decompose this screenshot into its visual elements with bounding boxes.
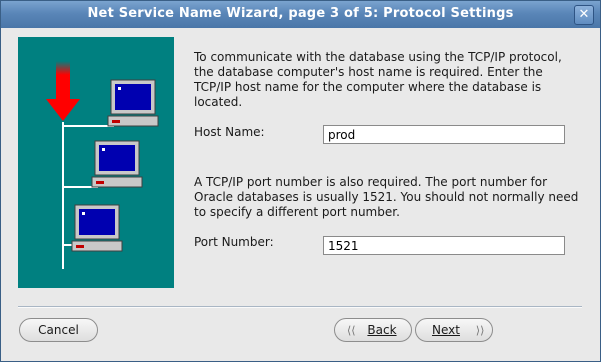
port-number-input[interactable] xyxy=(323,236,565,255)
port-info-text: A TCP/IP port number is also required. T… xyxy=(194,175,579,219)
back-button-label: Back xyxy=(367,323,397,337)
wizard-content: To communicate with the database using t… xyxy=(1,28,600,361)
title-bar[interactable]: Net Service Name Wizard, page 3 of 5: Pr… xyxy=(1,1,600,28)
computer-icon xyxy=(91,140,143,188)
computer-icon xyxy=(71,204,123,252)
separator xyxy=(18,306,582,308)
wizard-window: Net Service Name Wizard, page 3 of 5: Pr… xyxy=(0,0,601,362)
host-name-label: Host Name: xyxy=(194,125,265,139)
computer-icon xyxy=(107,79,159,127)
chevron-left-icon: ⟨⟨ xyxy=(347,324,356,337)
back-button[interactable]: ⟨⟨ Back xyxy=(334,318,412,342)
next-button-label: Next xyxy=(432,323,460,337)
red-arrow-icon xyxy=(46,61,80,121)
next-button[interactable]: Next ⟩⟩ xyxy=(415,318,493,342)
host-name-input[interactable] xyxy=(323,125,565,144)
port-number-label: Port Number: xyxy=(194,235,274,249)
intro-text: To communicate with the database using t… xyxy=(194,50,562,109)
network-illustration xyxy=(18,37,174,288)
window-title: Net Service Name Wizard, page 3 of 5: Pr… xyxy=(87,6,514,21)
chevron-right-icon: ⟩⟩ xyxy=(475,324,485,337)
close-icon[interactable]: ✕ xyxy=(574,5,594,25)
cancel-button[interactable]: Cancel xyxy=(19,318,98,342)
